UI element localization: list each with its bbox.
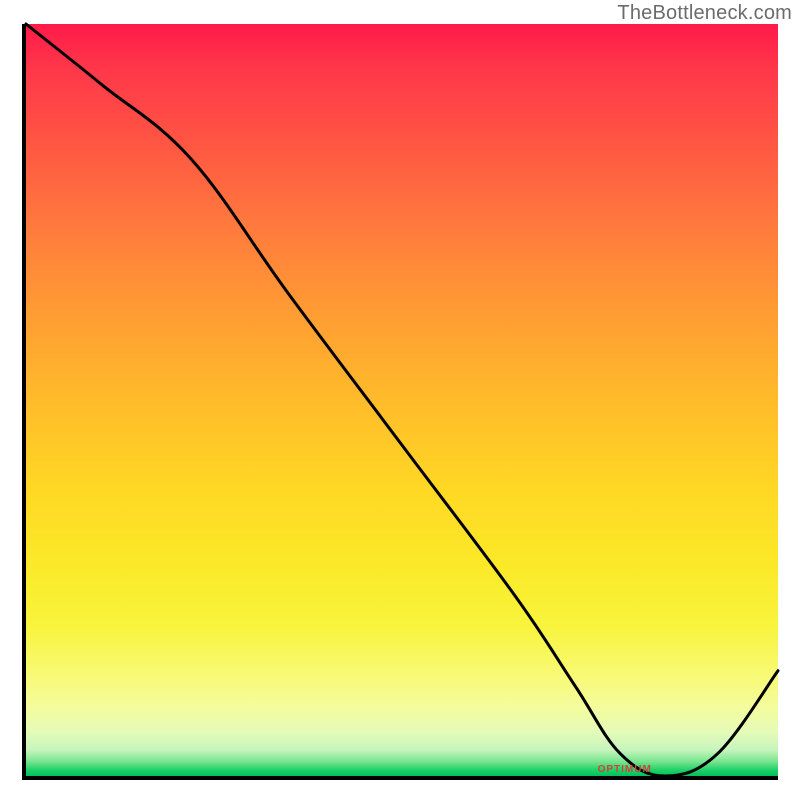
curve-svg [26, 24, 778, 776]
plot-area: OPTIMUM [22, 24, 778, 780]
optimum-marker: OPTIMUM [598, 764, 652, 775]
curve-line [26, 24, 778, 776]
chart-container: TheBottleneck.com OPTIMUM [0, 0, 800, 800]
watermark-text: TheBottleneck.com [617, 2, 792, 25]
